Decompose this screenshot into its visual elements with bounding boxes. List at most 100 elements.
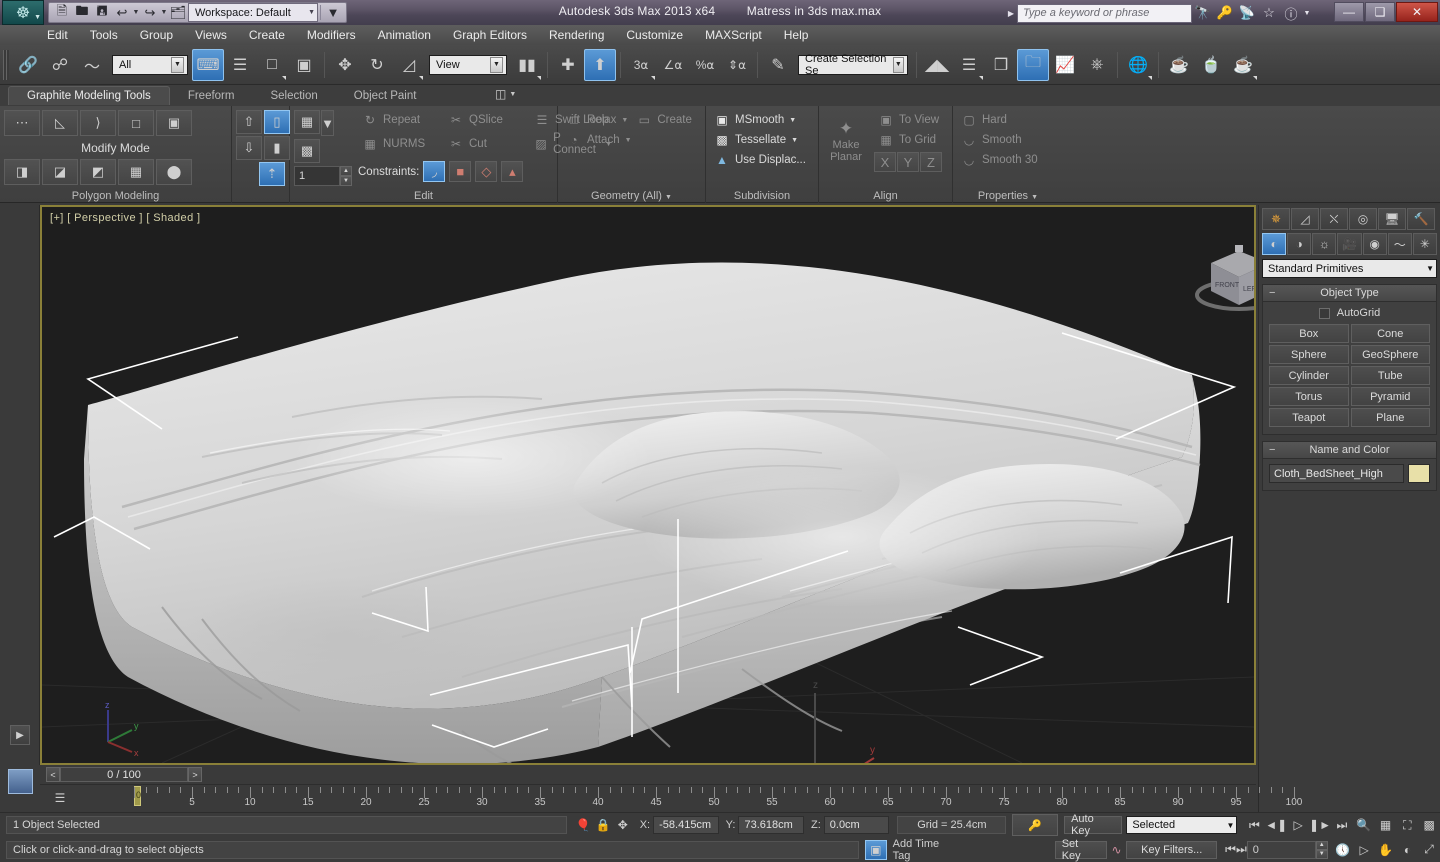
expand-rail-button[interactable]: ▶ [10,725,30,745]
button-msmooth[interactable]: ▣ MSmooth ▼ [710,110,814,130]
spinner-snap-toggle-icon[interactable]: ⇕⍺ [721,49,753,81]
toolbar-grip[interactable] [3,50,9,80]
select-object-icon[interactable]: ⌨ [192,49,224,81]
rollout-header-object-type[interactable]: − Object Type [1263,285,1436,302]
element-subobject-icon[interactable]: ▣ [156,110,192,136]
tab-object-paint[interactable]: Object Paint [336,87,435,105]
border-subobject-icon[interactable]: ⟩ [80,110,116,136]
menu-item-group[interactable]: Group [129,26,184,44]
reference-coordinate-system-combo[interactable]: View ▼ [429,55,507,75]
constraint-face-icon[interactable]: ◇ [475,161,497,182]
scene-explorer-icon[interactable]: 🗀 [1017,49,1049,81]
button-to-grid[interactable]: ▦ To Grid [874,130,943,150]
hierarchy-tab[interactable]: ⛌ [1320,208,1348,230]
create-tube-button[interactable]: Tube [1351,366,1431,385]
display-tab[interactable]: 🖥 [1378,208,1406,230]
previous-frame-icon[interactable]: ◄❚ [1265,814,1287,836]
field-of-view-icon[interactable]: ▷ [1353,839,1375,861]
play-animation-icon[interactable]: ▷ [1287,814,1309,836]
autogrid-checkbox[interactable] [1319,308,1330,319]
shapes-category-icon[interactable]: ◑ [1287,233,1311,255]
open-mini-curve-editor-icon[interactable]: ☰ [50,789,70,807]
workspace-menu-icon[interactable]: ▼ [323,3,343,22]
create-box-button[interactable]: Box [1269,324,1349,343]
orbit-icon[interactable]: ◐ [1397,839,1419,861]
set-project-folder-icon[interactable]: 🗂 [168,3,188,22]
frame-spinner[interactable]: ▲▼ [1316,841,1328,859]
schematic-view-icon[interactable]: ⎈ [1081,49,1113,81]
material-editor-icon[interactable]: 🌐 [1122,49,1154,81]
render-setup-icon[interactable]: ☕ [1163,49,1195,81]
button-smooth-30[interactable]: ◡ Smooth 30 [957,150,1059,170]
geometry-category-icon[interactable]: ◐ [1262,233,1286,255]
bind-to-space-warp-icon[interactable]: 〜 [76,49,108,81]
repeat-count-spinner[interactable]: ▲▼ [340,166,352,186]
chevron-down-icon[interactable]: ▼ [509,91,516,98]
systems-category-icon[interactable]: ✳ [1413,233,1437,255]
select-and-scale-icon[interactable]: ◿ [393,49,425,81]
menu-item-animation[interactable]: Animation [367,26,442,44]
render-production-icon[interactable]: ☕ [1227,49,1259,81]
menu-item-help[interactable]: Help [773,26,820,44]
button-create[interactable]: ▭ Create [632,110,696,130]
create-cone-button[interactable]: Cone [1351,324,1431,343]
chevron-right-icon[interactable]: ▶ [1008,9,1014,18]
generate-topology-icon[interactable]: ◨ [4,159,40,185]
current-frame-display[interactable]: 0 / 100 [60,767,188,782]
window-crossing-toggle-icon[interactable]: ▣ [288,49,320,81]
help-icon[interactable]: ⓘ [1280,3,1302,23]
zoom-extents-icon[interactable]: ⛶ [1396,814,1418,836]
undo-chevron-icon[interactable]: ▼ [132,9,140,16]
constraint-normal-icon[interactable]: ▴ [501,161,523,182]
chevron-down-icon[interactable]: ▼ [321,110,334,136]
go-to-end-icon[interactable]: ⏭ [1331,814,1353,836]
tab-freeform[interactable]: Freeform [170,87,253,105]
chevron-down-icon[interactable]: ▼ [1031,194,1038,201]
menu-item-modifiers[interactable]: Modifiers [296,26,367,44]
percent-snap-toggle-icon[interactable]: %⍺ [689,49,721,81]
unlink-selection-icon[interactable]: ☍ [44,49,76,81]
pan-view-icon[interactable]: ✋ [1375,839,1397,861]
rollout-header-name-and-color[interactable]: − Name and Color [1263,442,1436,459]
button-relax[interactable]: □ Relax ▼ [562,110,632,130]
button-tessellate[interactable]: ▩ Tessellate ▼ [710,130,814,150]
subscription-key-icon[interactable]: 🔑 [1214,3,1236,23]
object-name-input[interactable]: Cloth_BedSheet_High [1269,464,1404,483]
create-teapot-button[interactable]: Teapot [1269,408,1349,427]
time-slider[interactable]: < 0 / 100 > [40,765,1256,784]
toggle-command-panel-icon[interactable]: ▮ [264,136,290,160]
selection-lock-toggle-icon[interactable]: 🔒 [593,815,613,835]
viewport-layout-tab-button[interactable] [8,769,33,794]
key-toggle-icon[interactable]: 🔑 [1012,814,1058,836]
repeat-count-field[interactable]: 1 [294,166,340,186]
create-geosphere-button[interactable]: GeoSphere [1351,345,1431,364]
viewport-label[interactable]: [+] [ Perspective ] [ Shaded ] [50,212,201,224]
object-color-swatch[interactable] [1408,464,1430,483]
angle-snap-toggle-icon[interactable]: ∠⍺ [657,49,689,81]
z-coordinate-field[interactable]: 0.0cm [824,816,890,834]
button-attach[interactable]: ◔ Attach ▼ [562,130,636,150]
key-mode-combo[interactable]: Selected ▼ [1126,816,1237,834]
go-to-start-icon[interactable]: ⏮ [1243,814,1265,836]
button-qslice[interactable]: ✂ QSlice [444,110,530,130]
previous-frame-button[interactable]: < [46,767,60,782]
key-filters-button[interactable]: Key Filters... [1126,841,1217,859]
y-coordinate-field[interactable]: 73.618cm [738,816,804,834]
close-button[interactable]: ✕ [1396,2,1438,22]
selection-filter-combo[interactable]: All ▼ [112,55,188,75]
zoom-all-icon[interactable]: ▦ [1375,814,1397,836]
ribbon-state-icon[interactable]: ◫ [495,87,506,101]
application-menu-button[interactable]: ☸ ▼ [2,0,44,25]
track-bar[interactable]: ☰ 0 510152025303540455055606570758085909… [40,784,1256,812]
menu-item-edit[interactable]: Edit [36,26,79,44]
time-playhead[interactable]: 0 [134,786,141,806]
next-frame-icon[interactable]: ❚► [1309,814,1331,836]
keyboard-shortcut-override-icon[interactable]: ⬆ [584,49,616,81]
workspace-selector[interactable]: Workspace: Default ▼ [188,3,318,22]
mirror-icon[interactable]: ◢◣ [921,49,953,81]
utilities-tab[interactable]: 🔨 [1407,208,1435,230]
create-pyramid-button[interactable]: Pyramid [1351,387,1431,406]
search-binoculars-icon[interactable]: 🔭 [1192,3,1214,23]
rendered-frame-window-icon[interactable]: 🍵 [1195,49,1227,81]
menu-item-tools[interactable]: Tools [79,26,129,44]
